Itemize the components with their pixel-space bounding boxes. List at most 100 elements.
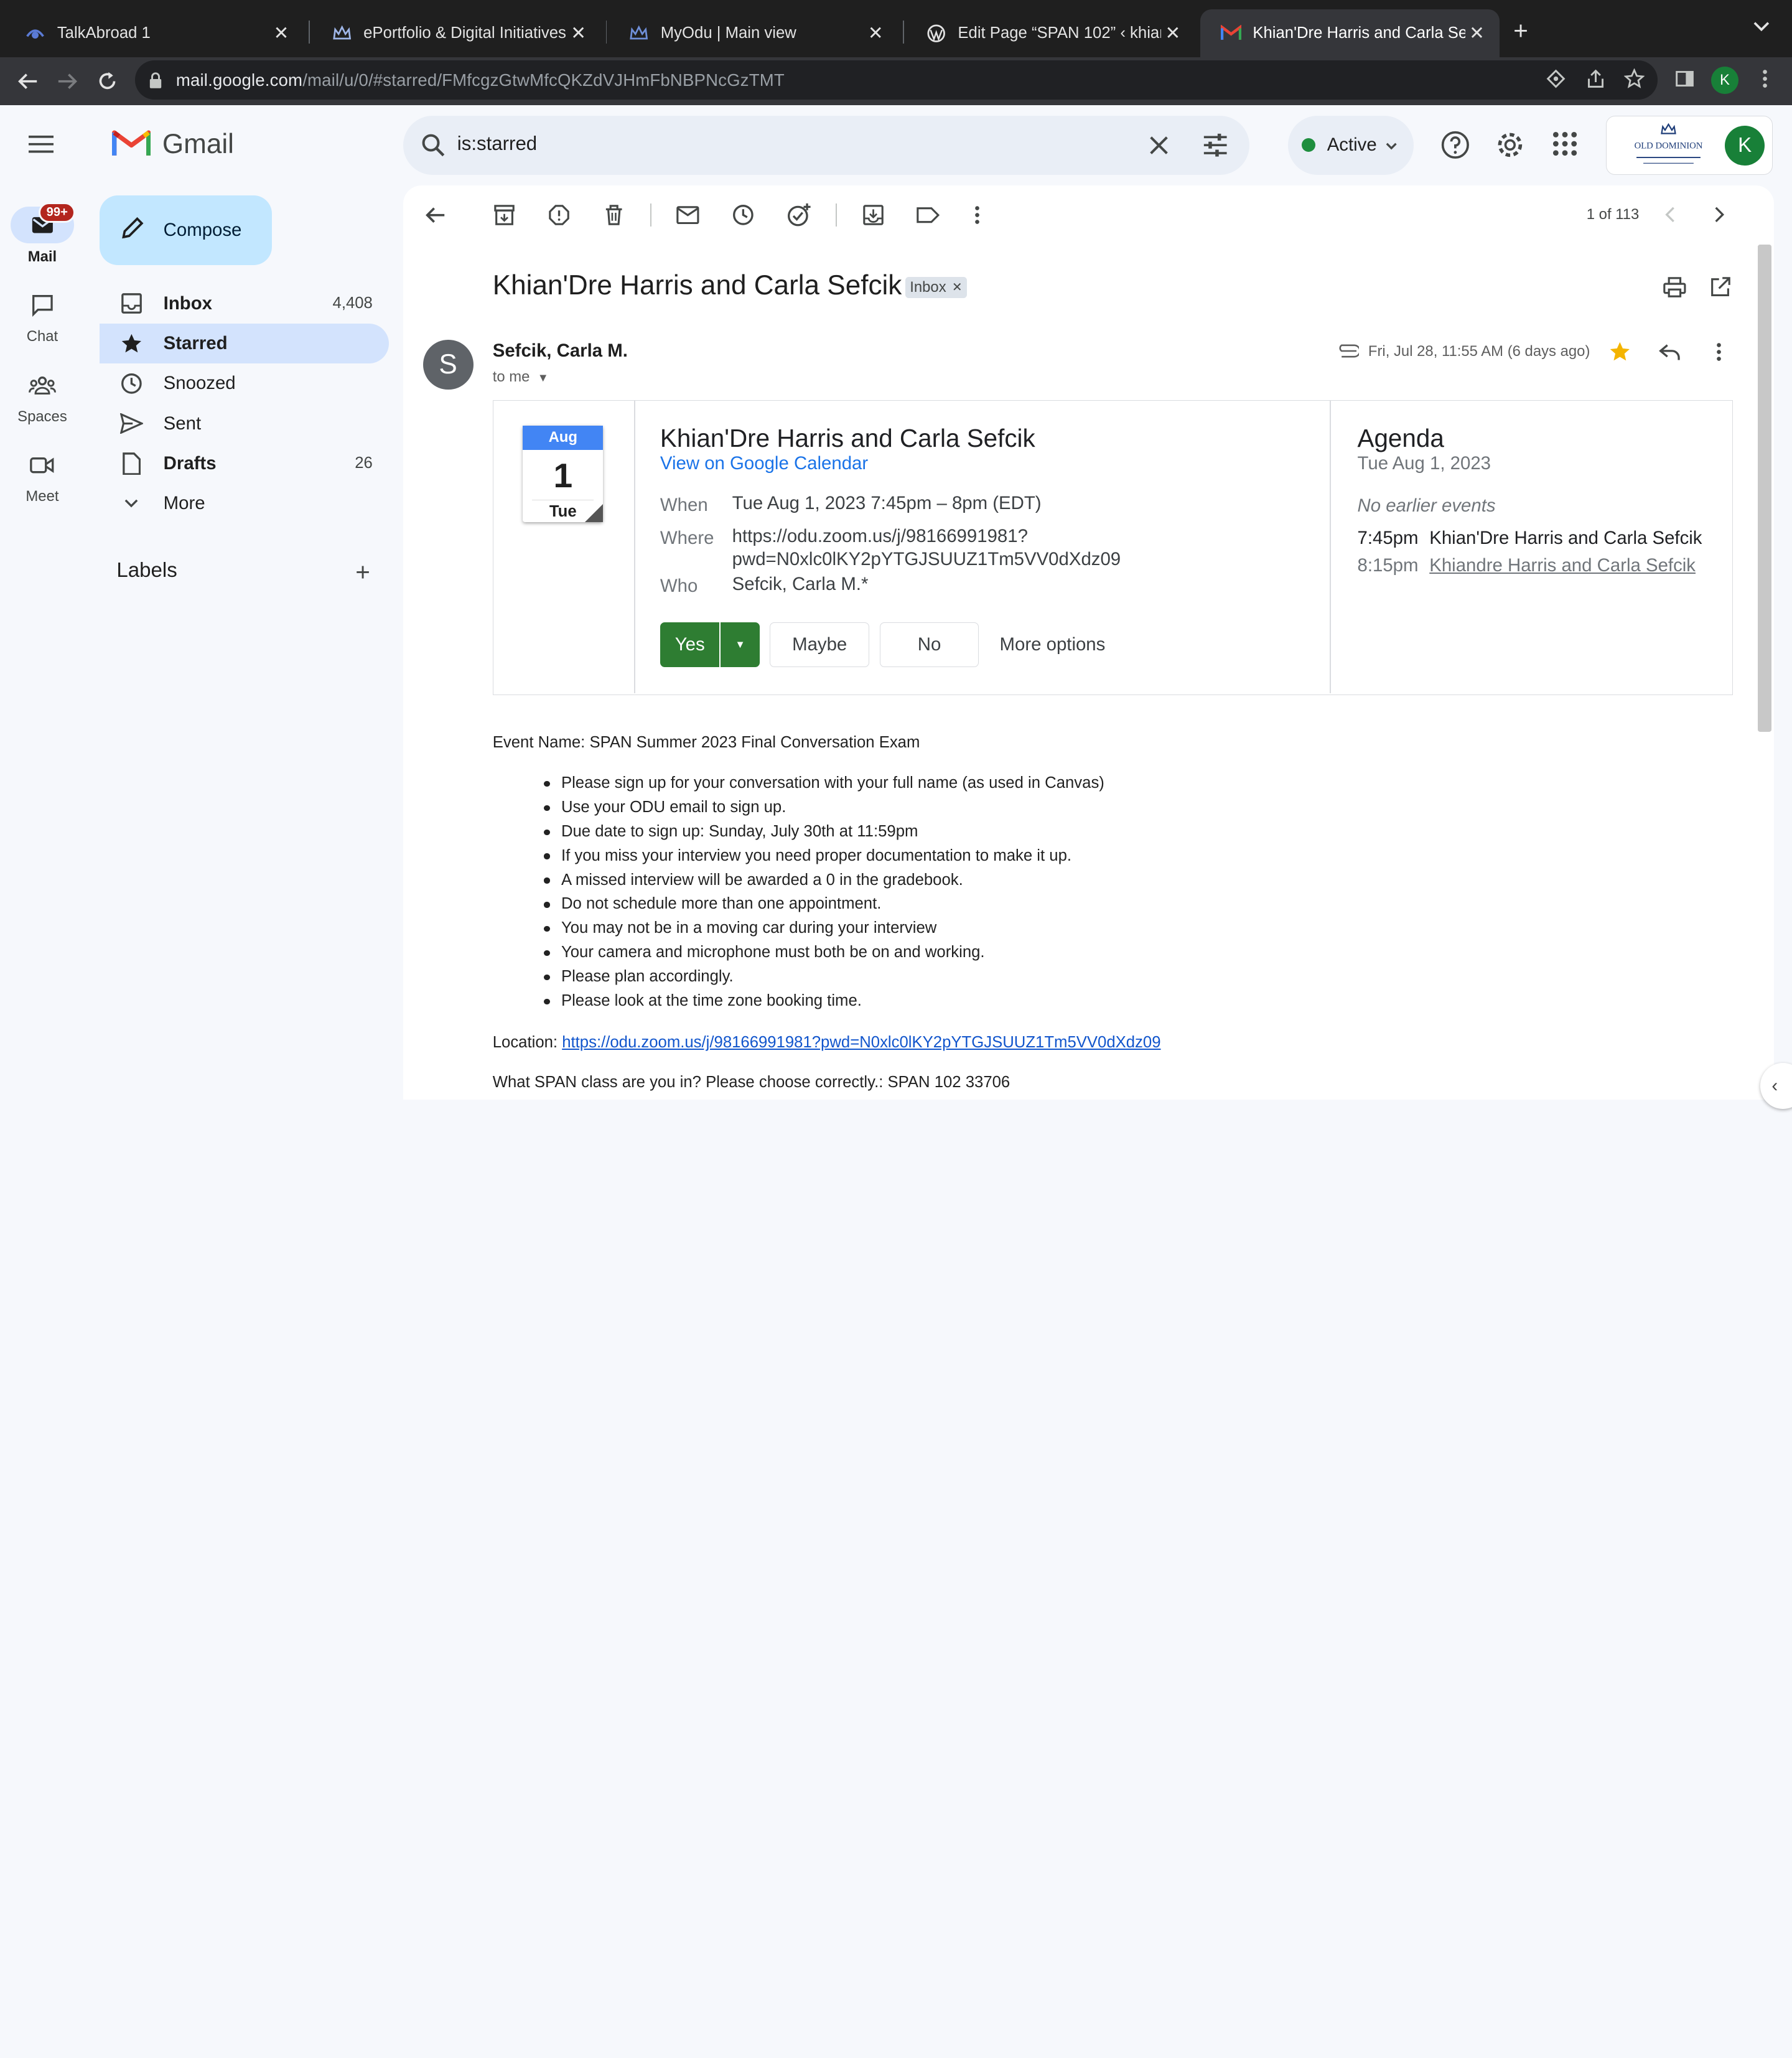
pager-count: 1 of 113 bbox=[1586, 205, 1640, 223]
rail-chat[interactable]: Chat bbox=[0, 287, 85, 345]
side-panel-icon[interactable] bbox=[1674, 68, 1695, 89]
agenda-time: 7:45pm bbox=[1357, 527, 1419, 548]
wordpress-icon bbox=[926, 23, 946, 44]
browser-profile-avatar[interactable]: K bbox=[1710, 66, 1739, 94]
search-input[interactable]: is:starred bbox=[457, 133, 537, 155]
close-tab-icon[interactable]: ✕ bbox=[270, 22, 293, 44]
location-link[interactable]: https://odu.zoom.us/j/98166991981?pwd=N0… bbox=[562, 1034, 1160, 1051]
status-selector[interactable]: Active bbox=[1288, 115, 1414, 175]
create-label-icon[interactable]: + bbox=[355, 558, 370, 587]
page-fold bbox=[585, 504, 604, 522]
scrollbar[interactable] bbox=[1758, 245, 1772, 732]
reload-icon[interactable] bbox=[94, 67, 121, 95]
sidebar-item-inbox[interactable]: Inbox 4,408 bbox=[100, 284, 389, 324]
tab-gmail-active[interactable]: Khian'Dre Harris and Carla Sefc ✕ bbox=[1200, 9, 1500, 57]
older-chevron-icon[interactable] bbox=[1707, 202, 1732, 227]
card-divider bbox=[1330, 400, 1332, 694]
agenda-heading: Agenda bbox=[1357, 423, 1444, 452]
recipient-text: to me bbox=[492, 368, 530, 385]
mark-unread-icon[interactable] bbox=[676, 202, 701, 227]
bookmark-star-icon[interactable] bbox=[1623, 68, 1645, 89]
close-tab-icon[interactable]: ✕ bbox=[1465, 22, 1488, 44]
back-to-list-icon[interactable] bbox=[423, 202, 448, 227]
rsvp-yes-button[interactable]: Yes bbox=[660, 622, 720, 667]
back-icon[interactable] bbox=[14, 67, 41, 95]
when-label: When bbox=[660, 494, 708, 515]
rail-spaces[interactable]: Spaces bbox=[0, 367, 85, 426]
message-more-icon[interactable] bbox=[1707, 340, 1732, 365]
address-bar[interactable]: mail.google.com/mail/u/0/#starred/FMfcgz… bbox=[134, 60, 1658, 100]
sidebar-item-drafts[interactable]: Drafts 26 bbox=[100, 444, 389, 484]
tab-eportfolio[interactable]: ePortfolio & Digital Initiatives | O ✕ bbox=[311, 9, 602, 57]
tab-divider bbox=[605, 21, 607, 44]
sidebar-item-count: 4,408 bbox=[332, 294, 373, 312]
extension-icon[interactable] bbox=[1546, 68, 1566, 89]
search-icon[interactable] bbox=[421, 133, 446, 162]
chevron-down-icon bbox=[1386, 134, 1398, 156]
forward-icon[interactable] bbox=[54, 67, 81, 95]
compose-label: Compose bbox=[163, 220, 242, 241]
print-icon[interactable] bbox=[1662, 274, 1687, 299]
search-bar[interactable]: is:starred bbox=[403, 115, 1249, 175]
recipients-toggle[interactable]: to me ▼ bbox=[493, 368, 549, 386]
list-item: Please plan accordingly. bbox=[544, 966, 1104, 991]
close-tab-icon[interactable]: ✕ bbox=[864, 22, 887, 44]
snooze-clock-icon[interactable] bbox=[730, 202, 755, 227]
rsvp-yes-dropdown[interactable]: ▼ bbox=[721, 622, 760, 667]
share-icon[interactable] bbox=[1585, 68, 1606, 89]
report-spam-icon[interactable] bbox=[546, 202, 571, 227]
browser-toolbar: mail.google.com/mail/u/0/#starred/FMfcgz… bbox=[0, 57, 1792, 105]
close-tab-icon[interactable]: ✕ bbox=[1161, 22, 1184, 44]
rail-meet[interactable]: Meet bbox=[0, 447, 85, 505]
where-value[interactable]: https://odu.zoom.us/j/98166991981? pwd=N… bbox=[732, 525, 1121, 571]
list-item: Your camera and microphone must both be … bbox=[544, 942, 1104, 966]
agenda-time: 8:15pm bbox=[1357, 554, 1419, 576]
sidebar-item-more[interactable]: More bbox=[100, 484, 389, 523]
compose-button[interactable]: Compose bbox=[99, 195, 273, 266]
reply-icon[interactable] bbox=[1658, 340, 1682, 365]
main-menu-icon[interactable] bbox=[28, 135, 54, 153]
rsvp-no-button[interactable]: No bbox=[879, 622, 979, 667]
agenda-event-link[interactable]: Khiandre Harris and Carla Sefcik bbox=[1429, 555, 1696, 576]
rail-label: Chat bbox=[26, 328, 58, 345]
settings-gear-icon[interactable] bbox=[1495, 130, 1525, 160]
new-tab-icon[interactable]: + bbox=[1513, 16, 1528, 45]
delete-icon[interactable] bbox=[601, 202, 626, 227]
more-actions-icon[interactable] bbox=[964, 202, 989, 227]
help-icon[interactable] bbox=[1440, 130, 1470, 160]
search-options-icon[interactable] bbox=[1203, 133, 1228, 162]
label-chip-text: Inbox bbox=[910, 278, 946, 296]
tab-wordpress-edit[interactable]: Edit Page “SPAN 102” ‹ khiandr ✕ bbox=[905, 9, 1196, 57]
archive-icon[interactable] bbox=[492, 202, 516, 227]
sender-avatar[interactable]: S bbox=[422, 339, 474, 390]
event-title: Khian'Dre Harris and Carla Sefcik bbox=[660, 423, 1035, 452]
more-options-button[interactable]: More options bbox=[1000, 634, 1106, 655]
view-on-calendar-link[interactable]: View on Google Calendar bbox=[660, 453, 868, 474]
sidebar-item-starred[interactable]: Starred bbox=[99, 323, 389, 364]
sidebar-item-sent[interactable]: Sent bbox=[100, 403, 389, 443]
list-item: Please sign up for your conversation wit… bbox=[544, 773, 1104, 797]
tab-divider bbox=[308, 21, 310, 44]
url-text: mail.google.com/mail/u/0/#starred/FMfcgz… bbox=[176, 70, 785, 90]
label-icon[interactable] bbox=[915, 202, 940, 227]
starred-icon[interactable] bbox=[1607, 340, 1632, 365]
label-chip[interactable]: Inbox ✕ bbox=[905, 276, 968, 299]
tab-search-chevron-icon[interactable] bbox=[1753, 16, 1770, 37]
tab-myodu[interactable]: MyOdu | Main view ✕ bbox=[608, 9, 898, 57]
sidebar-item-snoozed[interactable]: Snoozed bbox=[100, 363, 389, 403]
close-tab-icon[interactable]: ✕ bbox=[567, 22, 590, 44]
remove-label-icon[interactable]: ✕ bbox=[952, 279, 963, 295]
apps-grid-icon[interactable] bbox=[1551, 130, 1581, 160]
newer-chevron-icon[interactable] bbox=[1658, 202, 1682, 227]
browser-menu-icon[interactable] bbox=[1755, 68, 1775, 89]
move-to-icon[interactable] bbox=[861, 202, 885, 227]
chevron-down-icon bbox=[120, 492, 143, 515]
open-new-window-icon[interactable] bbox=[1707, 274, 1732, 299]
add-task-icon[interactable] bbox=[786, 202, 811, 227]
clear-search-icon[interactable] bbox=[1149, 135, 1169, 161]
rsvp-maybe-button[interactable]: Maybe bbox=[770, 622, 870, 667]
spaces-icon bbox=[11, 367, 75, 404]
sender-name[interactable]: Sefcik, Carla M. bbox=[493, 340, 628, 362]
tab-talkabroad[interactable]: TalkAbroad 1 ✕ bbox=[4, 9, 304, 57]
gmail-logo[interactable]: Gmail bbox=[112, 127, 234, 162]
